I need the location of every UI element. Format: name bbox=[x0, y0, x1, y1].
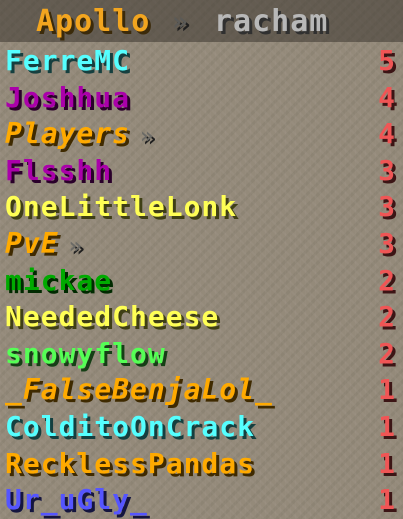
row-name-text: RecklessPandas bbox=[5, 446, 256, 480]
scoreboard-subtitle: racham bbox=[214, 4, 329, 39]
row-score: 2 bbox=[378, 263, 395, 297]
group-label: PvE » bbox=[5, 226, 83, 265]
row-name-text: OneLittleLonk bbox=[5, 190, 238, 224]
scoreboard-row: Flsshh 3 bbox=[0, 153, 403, 189]
row-name-text: PvE bbox=[5, 227, 59, 260]
row-score: 5 bbox=[378, 44, 395, 77]
row-score: 1 bbox=[378, 483, 395, 517]
scoreboard-row: mickae 2 bbox=[0, 263, 403, 299]
scoreboard-panel: Apollo » racham FerreMC 5 Joshhua 4 Players »… bbox=[0, 0, 403, 519]
row-score: 4 bbox=[378, 80, 395, 114]
player-name: NeededCheese bbox=[5, 299, 219, 335]
scoreboard-header: Apollo » racham bbox=[0, 0, 403, 42]
row-score: 1 bbox=[378, 410, 395, 443]
row-name-text: ColditoOnCrack bbox=[5, 410, 256, 443]
scoreboard-row: FerreMC 5 bbox=[0, 43, 403, 79]
row-name-text: NeededCheese bbox=[5, 300, 220, 334]
scoreboard-row: ColditoOnCrack 1 bbox=[0, 409, 403, 445]
player-name: FerreMC bbox=[5, 43, 130, 79]
scoreboard-row: Joshhua 4 bbox=[0, 80, 403, 116]
row-score: 3 bbox=[378, 227, 395, 260]
row-score: 1 bbox=[378, 446, 395, 480]
player-name: snowyflow bbox=[5, 336, 166, 372]
row-name-text: Joshhua bbox=[5, 80, 131, 114]
group-label: Players » bbox=[5, 116, 154, 155]
scoreboard-row: Players » 4 bbox=[0, 116, 403, 152]
row-score: 2 bbox=[378, 300, 395, 334]
row-name-text: Flsshh bbox=[5, 153, 113, 187]
chevron-right-icon: » bbox=[140, 124, 155, 150]
player-name: Ur_uGly_ bbox=[5, 482, 148, 518]
chevron-right-icon: » bbox=[68, 234, 83, 259]
scoreboard-row: PvE » 3 bbox=[0, 226, 403, 262]
scoreboard-title: Apollo bbox=[36, 4, 151, 39]
player-name: Flsshh bbox=[5, 153, 112, 189]
row-score: 3 bbox=[378, 190, 395, 224]
scoreboard-row: _FalseBenjaLol_ 1 bbox=[0, 372, 403, 408]
player-name: ColditoOnCrack bbox=[5, 409, 255, 445]
scoreboard-row: RecklessPandas 1 bbox=[0, 446, 403, 482]
scoreboard-row: OneLittleLonk 3 bbox=[0, 189, 403, 225]
player-name: Joshhua bbox=[5, 80, 130, 116]
player-name: OneLittleLonk bbox=[5, 189, 237, 225]
row-score: 4 bbox=[378, 117, 395, 151]
player-name: RecklessPandas bbox=[5, 446, 255, 482]
player-name: _FalseBenjaLol_ bbox=[5, 372, 273, 408]
player-name: mickae bbox=[5, 263, 112, 299]
scoreboard-row: NeededCheese 2 bbox=[0, 299, 403, 335]
scoreboard-row: Ur_uGly_ 1 bbox=[0, 482, 403, 518]
scoreboard-row: snowyflow 2 bbox=[0, 336, 403, 372]
row-name-text: _FalseBenjaLol_ bbox=[5, 373, 273, 407]
row-name-text: snowyflow bbox=[5, 336, 166, 370]
row-name-text: Players bbox=[5, 117, 131, 151]
row-score: 1 bbox=[378, 373, 395, 407]
row-score: 3 bbox=[378, 153, 395, 187]
row-name-text: Ur_uGly_ bbox=[5, 483, 148, 517]
row-name-text: mickae bbox=[5, 263, 113, 297]
row-name-text: FerreMC bbox=[5, 44, 131, 77]
title-separator-icon: » bbox=[172, 7, 188, 37]
row-score: 2 bbox=[378, 336, 395, 370]
